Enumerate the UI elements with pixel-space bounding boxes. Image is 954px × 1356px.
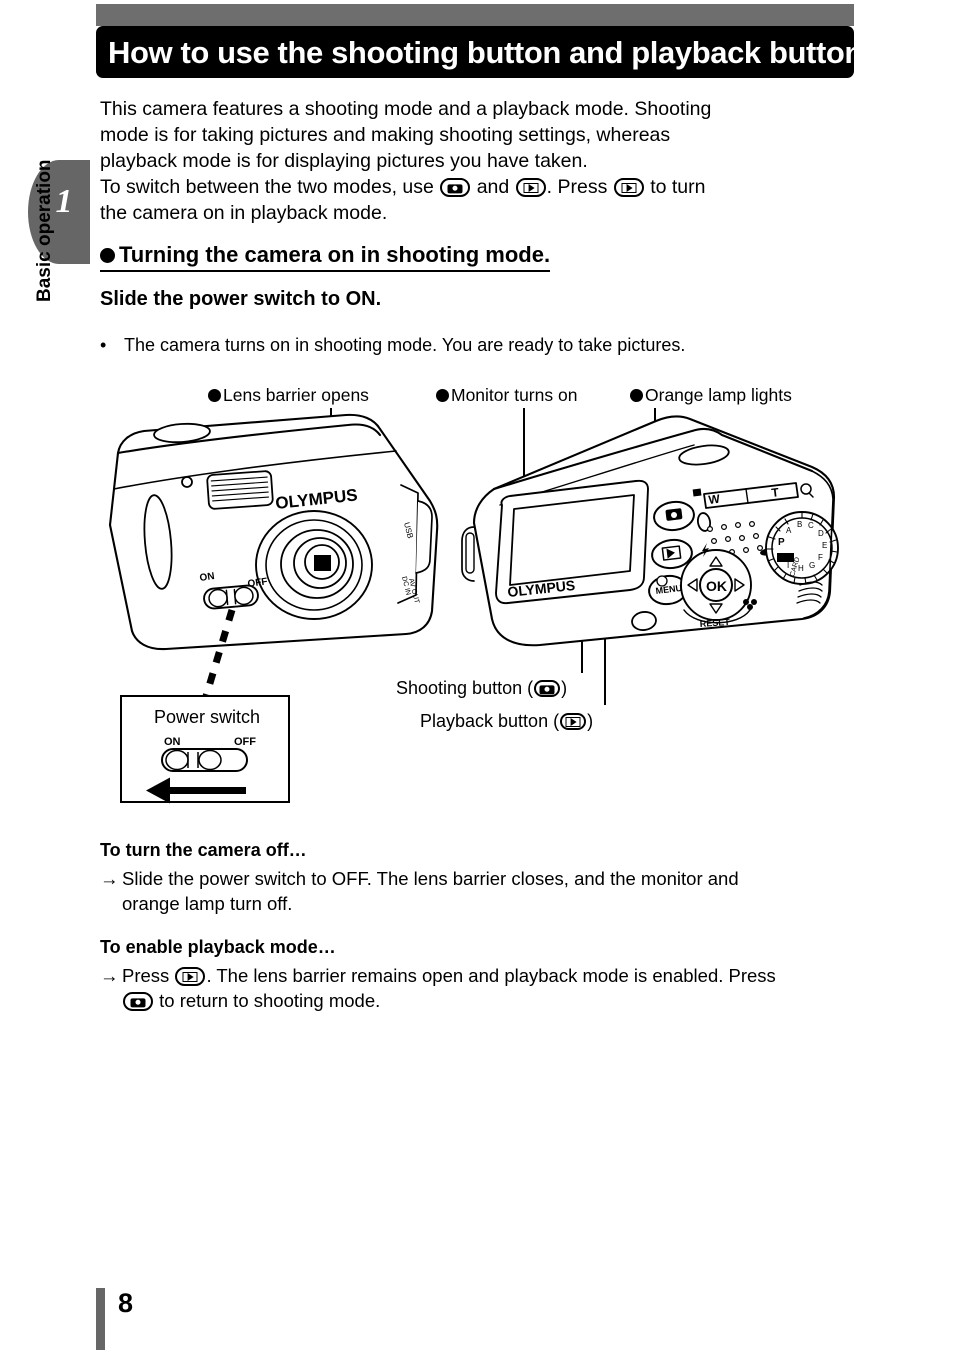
footer-bar (96, 1288, 105, 1350)
instruction-body-turn-off: → Slide the power switch to OFF. The lens… (100, 866, 880, 916)
callout-lens-barrier: Lens barrier opens (208, 385, 369, 406)
instruction-playback-line-2: to return to shooting mode. (159, 990, 381, 1011)
svg-text:C: C (808, 521, 814, 530)
intro-line-4: To switch between the two modes, use and… (100, 174, 856, 200)
shooting-button-icon (123, 992, 153, 1011)
header-gray-strip (96, 4, 854, 26)
label-playback-button-prefix: Playback button ( (420, 711, 560, 731)
instruction-playback-line-1-prefix: Press (122, 965, 170, 986)
instruction-playback-line-1-suffix: . The lens barrier remains open and play… (206, 965, 776, 986)
shooting-button-icon (534, 680, 561, 697)
svg-text:J: J (780, 554, 784, 563)
label-playback-button-suffix: ) (587, 711, 594, 731)
chapter-label: Basic operation (34, 159, 55, 302)
callout-orange-lamp-label: Orange lamp lights (645, 385, 792, 405)
intro-line-4-part-a: To switch between the two modes, use (100, 176, 434, 198)
svg-text:E: E (822, 541, 827, 550)
playback-button-icon-2 (613, 178, 644, 197)
instruction-heading-enable-playback: To enable playback mode… (100, 937, 336, 957)
instruction-turn-off-line-2: orange lamp turn off. (122, 893, 293, 914)
section-heading: Turning the camera on in shooting mode. (100, 242, 551, 272)
label-shooting-button-prefix: Shooting button ( (396, 678, 534, 698)
intro-line-5: the camera on in playback mode. (100, 202, 388, 224)
svg-text:A: A (786, 526, 792, 535)
camera-illustrations: OLYMPUS ON OFF USB DC IN AV OUT OLYMPUS … (96, 405, 856, 695)
power-direction-arrow (146, 777, 246, 804)
intro-line-3: playback mode is for displaying pictures… (100, 150, 588, 172)
sub-heading: Slide the power switch to ON. (100, 288, 382, 310)
power-switch-box-title: Power switch (153, 707, 261, 727)
power-switch-callout-box: Power switch ON OFF (120, 695, 290, 804)
intro-line-4-part-d: to turn (650, 176, 706, 198)
svg-text:OK: OK (706, 578, 727, 594)
callout-monitor: Monitor turns on (436, 385, 577, 406)
playback-button-icon (560, 713, 587, 730)
page-number: 8 (118, 1288, 134, 1318)
instruction-turn-off-line-1: Slide the power switch to OFF. The lens … (122, 868, 739, 889)
playback-button-icon (175, 967, 206, 986)
power-box-off-label: OFF (234, 736, 256, 748)
rear-mode-dial: P AB CD EF GH IJ (765, 511, 839, 585)
callout-orange-lamp: Orange lamp lights (630, 385, 792, 406)
bullet-note-text: The camera turns on in shooting mode. Yo… (124, 335, 686, 355)
callout-bullet-icon (436, 389, 449, 402)
callout-lens-barrier-label: Lens barrier opens (223, 385, 369, 405)
page-title: How to use the shooting button and playb… (108, 35, 863, 70)
shooting-button-icon (440, 178, 471, 197)
instruction-heading-turn-off: To turn the camera off… (100, 840, 307, 860)
rear-camera-illustration: OLYMPUS MENU W T P AB CD EF GH IJ OK RES… (461, 415, 839, 647)
intro-line-4-part-b: and (476, 176, 510, 198)
label-shooting-button-suffix: ) (561, 678, 568, 698)
intro-line-4-part-c: . Press (546, 176, 608, 198)
playback-button-icon (515, 178, 546, 197)
svg-text:F: F (818, 553, 823, 562)
svg-text:I: I (787, 561, 789, 570)
svg-text:B: B (797, 520, 802, 529)
svg-text:D: D (818, 529, 824, 538)
intro-paragraph: This camera features a shooting mode and… (100, 96, 856, 226)
section-heading-text: Turning the camera on in shooting mode. (119, 242, 551, 267)
section-bullet-icon (100, 248, 115, 263)
label-playback-button: Playback button () (420, 711, 593, 732)
instruction-body-enable-playback: → Press . The lens barrier remains open a… (100, 963, 880, 1013)
intro-line-1: This camera features a shooting mode and… (100, 98, 712, 120)
bullet-marker: • (100, 335, 107, 355)
callout-monitor-label: Monitor turns on (451, 385, 578, 405)
svg-text:G: G (809, 561, 815, 570)
callout-bullet-icon (630, 389, 643, 402)
front-switch-on-label: ON (199, 571, 215, 584)
instruction-arrow: → (100, 965, 119, 986)
label-shooting-button: Shooting button () (396, 678, 567, 699)
intro-line-2: mode is for taking pictures and making s… (100, 124, 671, 146)
rear-reset-label: RESET (699, 617, 730, 629)
svg-text:P: P (778, 537, 785, 548)
bullet-note: • The camera turns on in shooting mode. Y… (100, 335, 685, 356)
instruction-arrow: → (100, 868, 119, 889)
front-camera-illustration: OLYMPUS ON OFF USB DC IN AV OUT (108, 413, 439, 651)
callout-bullet-icon (208, 389, 221, 402)
power-box-on-label: ON (164, 736, 181, 748)
